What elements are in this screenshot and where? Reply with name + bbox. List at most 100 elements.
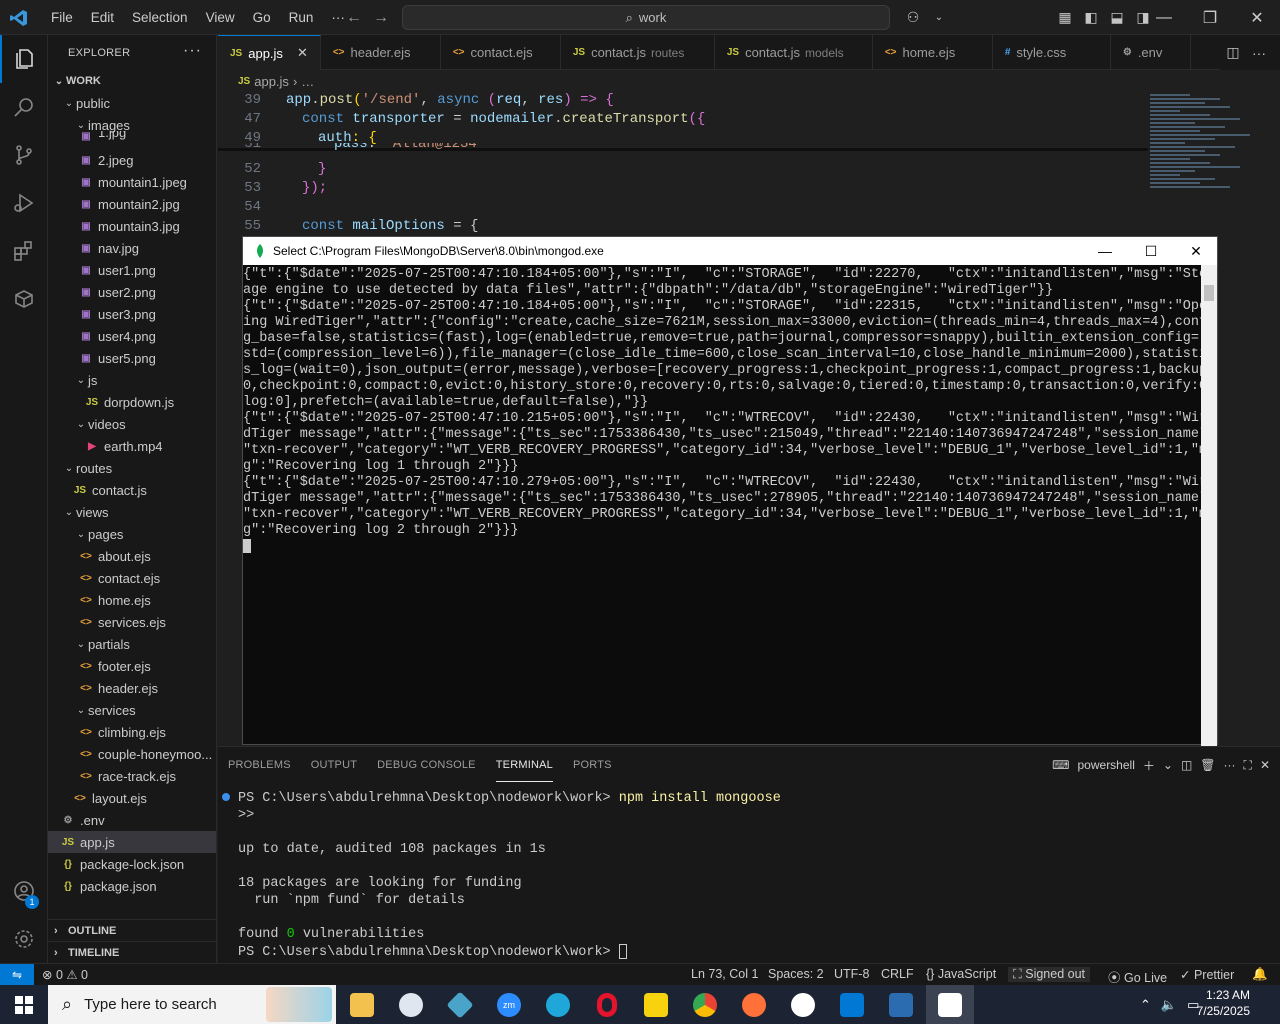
cursor-position[interactable]: Ln 73, Col 1 [691,967,758,981]
folder-js[interactable]: ⌄ js [48,369,216,391]
trash-icon[interactable]: 🗑 [1200,758,1215,772]
terminal-output[interactable]: PS C:\Users\abdulrehmna\Desktop\nodework… [222,791,1268,961]
maximize-panel-icon[interactable]: ⛶ [1244,758,1252,773]
tab-problems[interactable]: PROBLEMS [228,749,291,781]
account-icon[interactable]: 1 [0,867,48,915]
file-home-ejs[interactable]: <> home.ejs [48,589,216,611]
more-actions-icon[interactable]: ··· [1246,40,1272,66]
folder-routes[interactable]: ⌄ routes [48,457,216,479]
chevron-down-icon[interactable]: ⌄ [926,5,952,31]
minimap[interactable] [1150,92,1260,237]
file-contact-js[interactable]: JS contact.js [48,479,216,501]
chrome-taskbar-icon[interactable] [681,985,729,1024]
minimize-button[interactable]: — [1082,237,1128,265]
terminal-prompt-line[interactable]: PS C:\Users\abdulrehmna\Desktop\nodework… [238,944,1268,961]
folder-services[interactable]: ⌄ services [48,699,216,721]
problems-count[interactable]: ⊗ 0 ⚠ 0 [42,967,88,982]
remote-indicator-icon[interactable]: ⇋ [0,964,34,986]
code-line[interactable]: 52} [218,161,1148,180]
menu-go[interactable]: Go [244,10,280,25]
vscode-taskbar-icon[interactable] [828,985,876,1024]
more-actions-icon[interactable]: ··· [1224,758,1236,772]
mongod-console-output[interactable]: {"t":{"$date":"2025-07-25T00:47:10.184+0… [243,265,1203,746]
tab-home-ejs[interactable]: <> home.ejs [873,35,993,70]
file-2-jpeg[interactable]: ▣ 2.jpeg [48,149,216,171]
file-user5-png[interactable]: ▣ user5.png [48,347,216,369]
code-line[interactable]: 39 app.post('/send', async (req, res) => … [218,92,1148,111]
zoom-taskbar-icon[interactable]: zm [485,985,533,1024]
remote-explorer-icon[interactable] [0,275,48,323]
code-line[interactable]: 51 pass: 'Allah@1234' [218,143,1148,155]
file-contact-ejs[interactable]: <> contact.ejs [48,567,216,589]
tab-app-js[interactable]: JS app.js ✕ [218,35,321,70]
file-header-ejs[interactable]: <> header.ejs [48,677,216,699]
tab-contact-js-models[interactable]: JS contact.js models [715,35,873,70]
mongod-taskbar-icon[interactable] [926,985,974,1024]
account-status[interactable]: ⛶ Signed out [1008,967,1091,982]
file-mountain3-jpg[interactable]: ▣ mountain3.jpg [48,215,216,237]
code-line[interactable]: 54 [218,199,1148,218]
file-user1-png[interactable]: ▣ user1.png [48,259,216,281]
command-center-search[interactable]: ⌕ work [402,5,890,30]
close-icon[interactable]: ✕ [297,45,308,61]
maximize-button[interactable]: ☐ [1128,237,1174,265]
file--env[interactable]: ⚙ .env [48,809,216,831]
scrollbar-thumb[interactable] [1204,285,1214,301]
folder-videos[interactable]: ⌄ videos [48,413,216,435]
copilot-icon[interactable]: ⚇ [900,5,926,31]
menu-view[interactable]: View [197,10,244,25]
folder-pages[interactable]: ⌄ pages [48,523,216,545]
start-button[interactable] [0,985,48,1024]
tab-style-css[interactable]: # style.css [993,35,1111,70]
customize-layout-icon[interactable]: ▦ [1052,5,1078,31]
file-services-ejs[interactable]: <> services.ejs [48,611,216,633]
language-mode[interactable]: {} JavaScript [926,967,996,981]
folder-partials[interactable]: ⌄ partials [48,633,216,655]
code-line[interactable]: 53}); [218,180,1148,199]
volume-icon[interactable]: 🔈 [1161,997,1177,1013]
file-1-jpg[interactable]: ▣ 1.jpg [48,131,216,143]
notifications-bell-icon[interactable]: 🔔 [1252,967,1268,982]
explorer-icon[interactable] [0,35,48,83]
file-user3-png[interactable]: ▣ user3.png [48,303,216,325]
back-arrow-icon[interactable]: ← [346,9,362,27]
tab-debug-console[interactable]: DEBUG CONSOLE [377,749,476,781]
minimize-button[interactable]: — [1141,0,1187,35]
edge-taskbar-icon[interactable] [534,985,582,1024]
breadcrumb-file[interactable]: app.js [254,74,289,89]
menu-file[interactable]: File [42,10,82,25]
tab-env[interactable]: ⚙ .env [1111,35,1191,70]
chevron-up-icon[interactable]: ⌃ [1140,997,1151,1013]
tab-terminal[interactable]: TERMINAL [495,749,553,782]
chevron-down-icon[interactable]: ⌄ [1163,758,1173,772]
tab-output[interactable]: OUTPUT [311,749,357,781]
file-user4-png[interactable]: ▣ user4.png [48,325,216,347]
end-of-line[interactable]: CRLF [881,967,914,981]
code-line[interactable]: 55 const mailOptions = { [218,218,1148,237]
mongod-console-window[interactable]: Select C:\Program Files\MongoDB\Server\8… [242,236,1218,746]
go-live-button[interactable]: ⦿ Go Live [1108,967,1167,986]
source-control-icon[interactable] [0,131,48,179]
file-dorpdown-js[interactable]: JS dorpdown.js [48,391,216,413]
breadcrumb-symbol[interactable]: … [301,74,314,89]
tab-ports[interactable]: PORTS [573,749,612,781]
file-race-track-ejs[interactable]: <> race-track.ejs [48,765,216,787]
tab-contact-js-routes[interactable]: JS contact.js routes [561,35,715,70]
menu-run[interactable]: Run [280,10,323,25]
indentation[interactable]: Spaces: 2 [768,967,824,981]
timeline-section[interactable]: › TIMELINE [48,941,216,963]
menu-edit[interactable]: Edit [82,10,123,25]
workspace-root[interactable]: ⌄ WORK [48,70,216,92]
file-layout-ejs[interactable]: <> layout.ejs [48,787,216,809]
taskbar-clock[interactable]: 1:23 AM 7/25/2025 [1197,987,1250,1019]
mongod-title-bar[interactable]: Select C:\Program Files\MongoDB\Server\8… [243,237,1217,265]
file-explorer-taskbar-icon[interactable] [338,985,386,1024]
file-mountain1-jpeg[interactable]: ▣ mountain1.jpeg [48,171,216,193]
forward-arrow-icon[interactable]: → [373,9,389,27]
taskbar-search[interactable]: ⌕ Type here to search [48,985,336,1024]
folder-views[interactable]: ⌄ views [48,501,216,523]
run-debug-icon[interactable] [0,179,48,227]
paint-taskbar-icon[interactable] [387,985,435,1024]
close-window-button[interactable]: ✕ [1234,0,1280,35]
firefox-taskbar-icon[interactable] [730,985,778,1024]
